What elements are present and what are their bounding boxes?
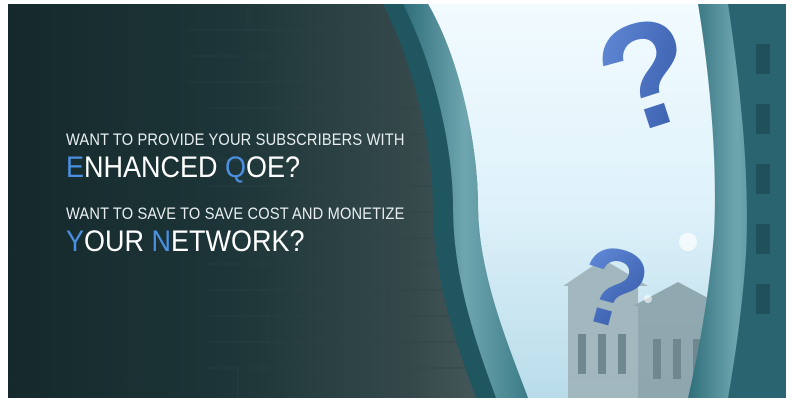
headline-text-block: WANT TO PROVIDE YOUR SUBSCRIBERS WITH EN… [66,129,486,277]
headline-line-2: ENHANCED QOE? [66,151,444,185]
line-2-part-2: OE? [246,151,301,184]
line-2-part-1: NHANCED [84,151,226,184]
accent-letter-e: E [66,151,85,184]
accent-letter-y: Y [66,225,85,258]
headline-line-3: WANT TO SAVE TO SAVE COST AND MONETIZE [66,204,405,223]
accent-letter-n: N [151,225,172,258]
headline-line-1: WANT TO PROVIDE YOUR SUBSCRIBERS WITH [66,130,405,149]
accent-letter-q: Q [225,151,247,184]
headline-line-4: YOUR NETWORK? [66,225,444,259]
line-4-part-1: OUR [84,225,152,258]
hero-banner: ? ? WANT TO PROVIDE YOUR SUBSCRIBERS WIT… [8,4,786,398]
line-4-part-2: ETWORK? [171,225,305,258]
